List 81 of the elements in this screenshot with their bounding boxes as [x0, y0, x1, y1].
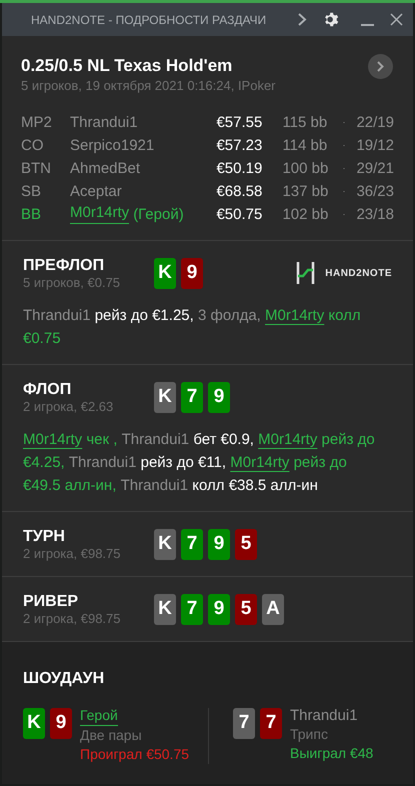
chevron-icon[interactable]	[298, 13, 307, 26]
playing-card: 9	[208, 382, 230, 413]
stack-bb: 137 bb	[282, 182, 330, 202]
hand-subtitle: 5 игроков, 19 октября 2021 0:16:24, IPoker	[21, 77, 277, 94]
player-stats: 29/21	[356, 159, 394, 179]
player-stats: 23/18	[356, 205, 394, 225]
action-log: Thrandui1 рейз до €1.25, 3 фолда, M0r14rty колл €0.75	[23, 306, 362, 349]
player-link[interactable]: M0r14rty	[265, 307, 324, 324]
player-name: Serpico1921	[70, 136, 156, 156]
playing-card: K	[154, 594, 176, 625]
playing-card: 9	[50, 708, 72, 739]
player-name: Aceptar	[70, 182, 123, 202]
street-info: 5 игроков, €0.75	[23, 275, 122, 291]
hand-rank: Трипс	[290, 725, 329, 744]
playing-card: 7	[233, 708, 255, 739]
street-info: 2 игрока, €98.75	[23, 611, 122, 627]
playing-card: K	[154, 258, 176, 289]
position-label: BTN	[21, 159, 52, 179]
chevron-icon	[377, 61, 384, 72]
hand-title: 0.25/0.5 NL Texas Hold'em	[21, 55, 232, 77]
close-icon[interactable]	[390, 13, 403, 26]
stack-bb: 102 bb	[282, 205, 330, 225]
playing-card: 7	[260, 708, 282, 739]
player-stats: 36/23	[356, 182, 394, 202]
street-info: 2 игрока, €2.63	[23, 399, 114, 415]
player-name: Thrandui1	[70, 113, 139, 133]
player-link[interactable]: Герой	[80, 706, 118, 726]
player-link[interactable]: M0r14rty	[23, 431, 82, 448]
player-link[interactable]: M0r14rty	[230, 454, 290, 471]
position-label: BB	[21, 205, 42, 225]
separator-dot: ·	[342, 139, 346, 152]
playing-card: 7	[181, 594, 203, 625]
player-link[interactable]: M0r14rty	[258, 431, 318, 448]
street-title: ТУРН	[23, 528, 66, 546]
window-title: HAND2NOTE - ПОДРОБНОСТИ РАЗДАЧИ	[31, 12, 266, 28]
playing-card: 7	[181, 529, 203, 560]
playing-card: K	[154, 529, 176, 560]
street-info: 2 игрока, €98.75	[23, 546, 122, 562]
playing-card: 5	[235, 529, 257, 560]
street-title: РИВЕР	[23, 593, 80, 611]
playing-card: 9	[208, 594, 230, 625]
playing-card: K	[23, 708, 45, 739]
separator-dot: ·	[342, 185, 346, 198]
action-log: M0r14rty чек , Thrandui1 бет €0.9, M0r14rty рейз до €4.25, Thrandui1 рейз до €11, M0r14rty рейз до €49.5 алл-ин, Thrandui1 колл €38.5 алл-ин	[23, 430, 376, 496]
stack-bb: 100 bb	[282, 159, 330, 179]
separator-dot: ·	[342, 208, 346, 221]
minimize-icon[interactable]	[361, 24, 374, 26]
player-stats: 22/19	[356, 113, 394, 133]
settings-icon[interactable]	[323, 11, 340, 28]
showdown-title: ШОУДАУН	[23, 669, 106, 689]
stack-amount: €57.23	[216, 136, 264, 156]
player-name: Thrandui1	[290, 706, 359, 725]
stack-amount: €50.19	[216, 159, 264, 179]
logo-icon	[296, 262, 316, 284]
stack-amount: €50.75	[216, 205, 264, 225]
stack-bb: 114 bb	[282, 136, 328, 156]
position-label: SB	[21, 182, 42, 202]
hero-label: (Герой)	[133, 205, 184, 225]
playing-card: 9	[208, 529, 230, 560]
playing-card: 7	[181, 382, 203, 413]
separator-dot: ·	[342, 116, 346, 129]
position-label: MP2	[21, 113, 53, 133]
position-label: CO	[21, 136, 44, 156]
stack-bb: 115 bb	[282, 113, 328, 133]
next-button[interactable]	[368, 54, 393, 79]
separator-dot: ·	[342, 162, 346, 175]
playing-card: 5	[235, 594, 257, 625]
playing-card: 9	[181, 258, 203, 289]
street-title: ФЛОП	[23, 381, 72, 399]
stack-amount: €57.55	[216, 113, 264, 133]
street-title: ПРЕФЛОП	[23, 257, 106, 275]
player-name: AhmedBet	[70, 159, 142, 179]
playing-card: A	[262, 594, 284, 625]
player-link[interactable]: M0r14rty	[70, 203, 130, 224]
logo-text: HAND2NOTE	[325, 266, 392, 280]
stack-amount: €68.58	[216, 182, 264, 202]
hand-rank: Две пары	[80, 726, 143, 745]
player-stats: 19/12	[356, 136, 394, 156]
result-text: Выиграл €48	[290, 744, 374, 763]
playing-card: K	[154, 382, 176, 413]
result-text: Проиграл €50.75	[80, 745, 190, 764]
